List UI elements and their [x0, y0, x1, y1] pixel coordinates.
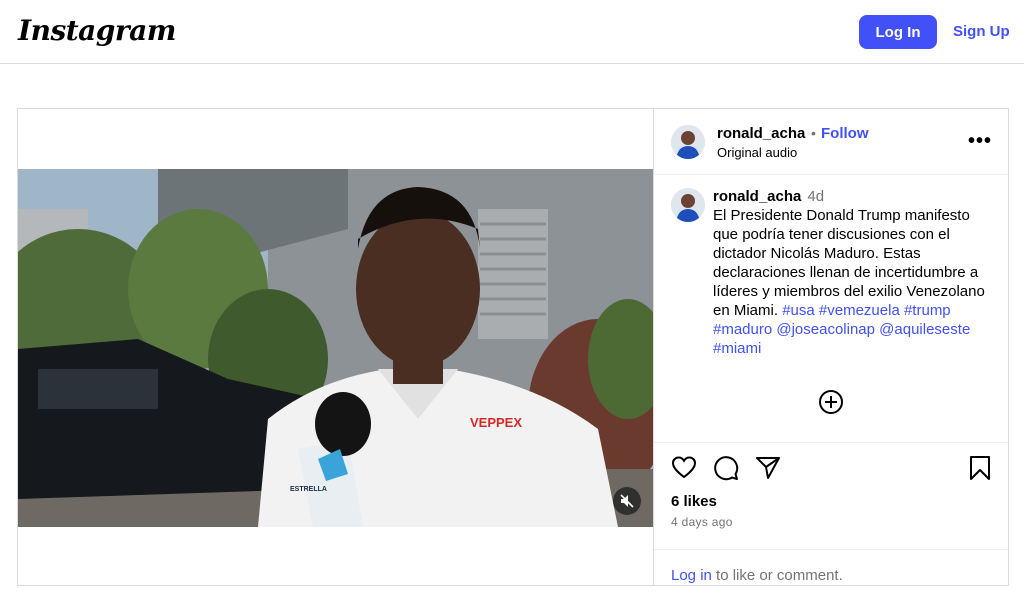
hashtag[interactable]: #miami — [713, 340, 761, 357]
action-bar — [654, 455, 1008, 483]
hashtag[interactable]: #usa — [782, 302, 815, 319]
shirt-logo: VEPPEX — [470, 415, 522, 430]
caption-avatar[interactable] — [671, 188, 705, 222]
comment-icon[interactable] — [713, 455, 741, 483]
video-player[interactable]: VEPPEX ESTRELLA — [18, 169, 653, 527]
separator-dot: • — [811, 125, 816, 141]
mic-brand: ESTRELLA — [290, 486, 327, 493]
more-options-icon[interactable]: ••• — [968, 131, 992, 151]
caption-time: 4d — [807, 188, 825, 205]
login-prompt-text: Log in to like or comment. — [671, 567, 843, 584]
post-username[interactable]: ronald_acha — [717, 125, 805, 142]
video-frame: VEPPEX ESTRELLA — [18, 169, 653, 527]
audio-label[interactable]: Original audio — [717, 145, 797, 160]
paper-plane-icon[interactable] — [755, 455, 783, 483]
post-side-panel: ronald_acha • Follow Original audio ••• … — [654, 109, 1008, 585]
signup-link[interactable]: Sign Up — [953, 23, 1010, 40]
mention[interactable]: @joseacolinap — [776, 321, 875, 338]
login-button[interactable]: Log In — [859, 15, 937, 49]
hashtag[interactable]: #trump — [904, 302, 951, 319]
login-prompt: Log in to like or comment. — [654, 549, 1008, 585]
bookmark-icon[interactable] — [967, 455, 995, 483]
hashtag[interactable]: #vemezuela — [819, 302, 900, 319]
top-bar: Instagram Log In Sign Up — [0, 0, 1024, 64]
speaker-muted-icon[interactable] — [613, 487, 641, 515]
caption-username[interactable]: ronald_acha — [713, 188, 801, 205]
post-media: VEPPEX ESTRELLA — [18, 109, 654, 585]
login-link[interactable]: Log in — [671, 567, 712, 584]
caption-section: ronald_acha 4d El Presidente Donald Trump… — [654, 175, 1008, 443]
post-date[interactable]: 4 days ago — [671, 515, 733, 529]
hashtag[interactable]: #maduro — [713, 321, 772, 338]
post-header: ronald_acha • Follow Original audio ••• — [654, 109, 1008, 175]
mention[interactable]: @aquileseste — [879, 321, 970, 338]
instagram-logo[interactable]: Instagram — [18, 14, 176, 47]
plus-circle-icon[interactable] — [818, 389, 844, 415]
avatar[interactable] — [671, 125, 705, 159]
caption-text: ronald_acha 4d El Presidente Donald Trump… — [713, 187, 998, 358]
heart-icon[interactable] — [671, 455, 699, 483]
login-prompt-rest: to like or comment. — [711, 567, 843, 584]
post-card: VEPPEX ESTRELLA ronald_acha • Follow Ori… — [17, 108, 1009, 586]
likes-count[interactable]: 6 likes — [671, 493, 717, 510]
follow-button[interactable]: Follow — [821, 125, 869, 142]
